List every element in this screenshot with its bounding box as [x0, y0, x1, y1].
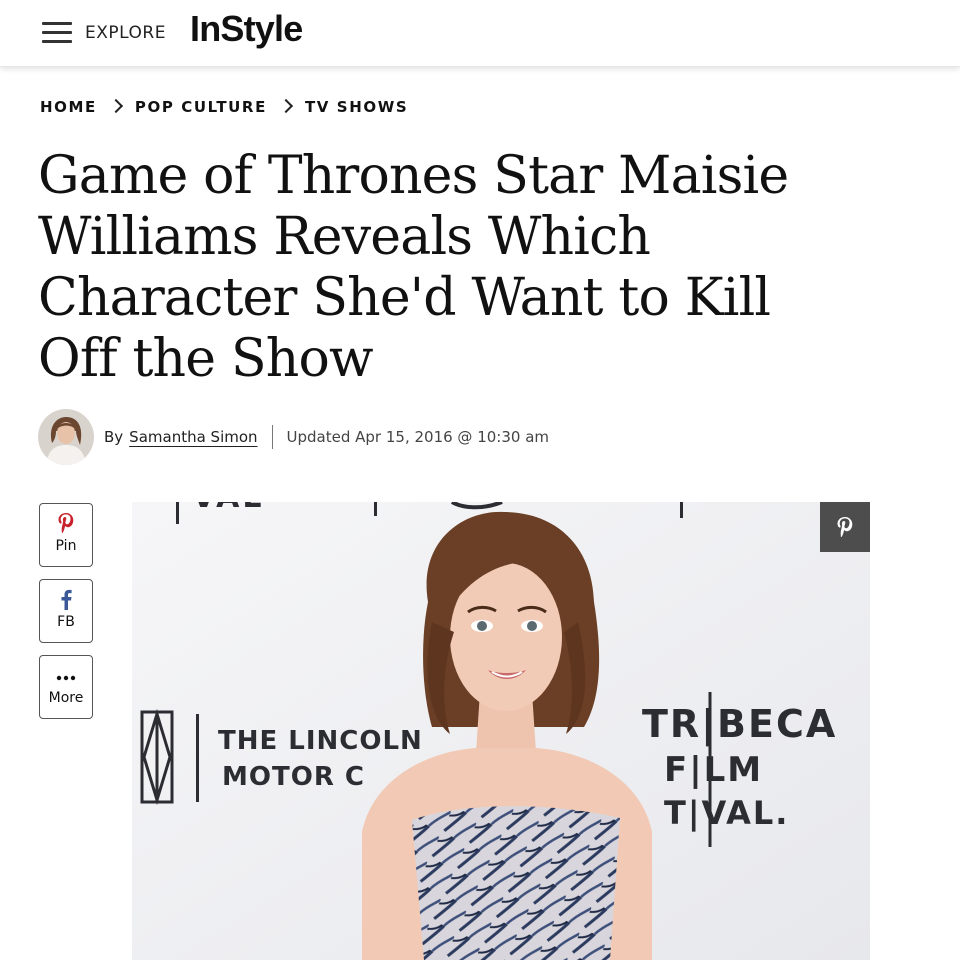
- breadcrumb-tv-shows[interactable]: TV SHOWS: [305, 98, 408, 116]
- facebook-share-button[interactable]: FB: [39, 579, 93, 643]
- more-share-button[interactable]: More: [39, 655, 93, 719]
- author-link[interactable]: Samantha Simon: [129, 428, 257, 446]
- breadcrumb-home[interactable]: HOME: [40, 98, 97, 116]
- instyle-logo[interactable]: InStyle: [190, 8, 303, 50]
- facebook-icon: [40, 588, 92, 610]
- article-headline: Game of Thrones Star Maisie Williams Rev…: [38, 146, 789, 389]
- breadcrumb-pop-culture[interactable]: POP CULTURE: [135, 98, 267, 116]
- pin-label: Pin: [55, 538, 77, 554]
- backdrop-tribeca-line1: TR|BECA: [642, 702, 838, 746]
- pin-share-button[interactable]: Pin: [39, 503, 93, 567]
- pinterest-icon: [836, 516, 854, 538]
- byline: By Samantha Simon Updated Apr 15, 2016 @…: [38, 408, 549, 466]
- chevron-right-icon: [108, 98, 123, 114]
- updated-timestamp: Updated Apr 15, 2016 @ 10:30 am: [286, 428, 549, 446]
- pinterest-icon: [40, 512, 92, 534]
- backdrop-tribeca-line2: F|LM: [664, 750, 764, 790]
- explore-label[interactable]: EXPLORE: [85, 23, 166, 43]
- more-label: More: [48, 690, 84, 706]
- image-pin-button[interactable]: [820, 502, 870, 552]
- byline-divider: [271, 425, 273, 449]
- hamburger-icon[interactable]: [42, 22, 72, 44]
- ellipsis-icon: [40, 664, 92, 686]
- fb-label: FB: [57, 614, 75, 630]
- top-nav-bar: EXPLORE InStyle: [0, 0, 960, 67]
- backdrop-tribeca-line3: T|VAL.: [664, 794, 790, 832]
- backdrop-lincoln-line2: MOTOR C: [222, 762, 365, 792]
- byline-by: By: [104, 428, 124, 446]
- backdrop-lincoln-line1: THE LINCOLN: [218, 726, 423, 756]
- breadcrumb: HOME POP CULTURE TV SHOWS: [40, 98, 408, 116]
- chevron-right-icon: [278, 98, 294, 114]
- author-avatar[interactable]: [38, 409, 94, 465]
- hero-image[interactable]: THE LINCOLN MOTOR C TR|BECA F|LM T|VAL. …: [132, 502, 870, 960]
- backdrop-top-fragment: VAL: [192, 502, 265, 515]
